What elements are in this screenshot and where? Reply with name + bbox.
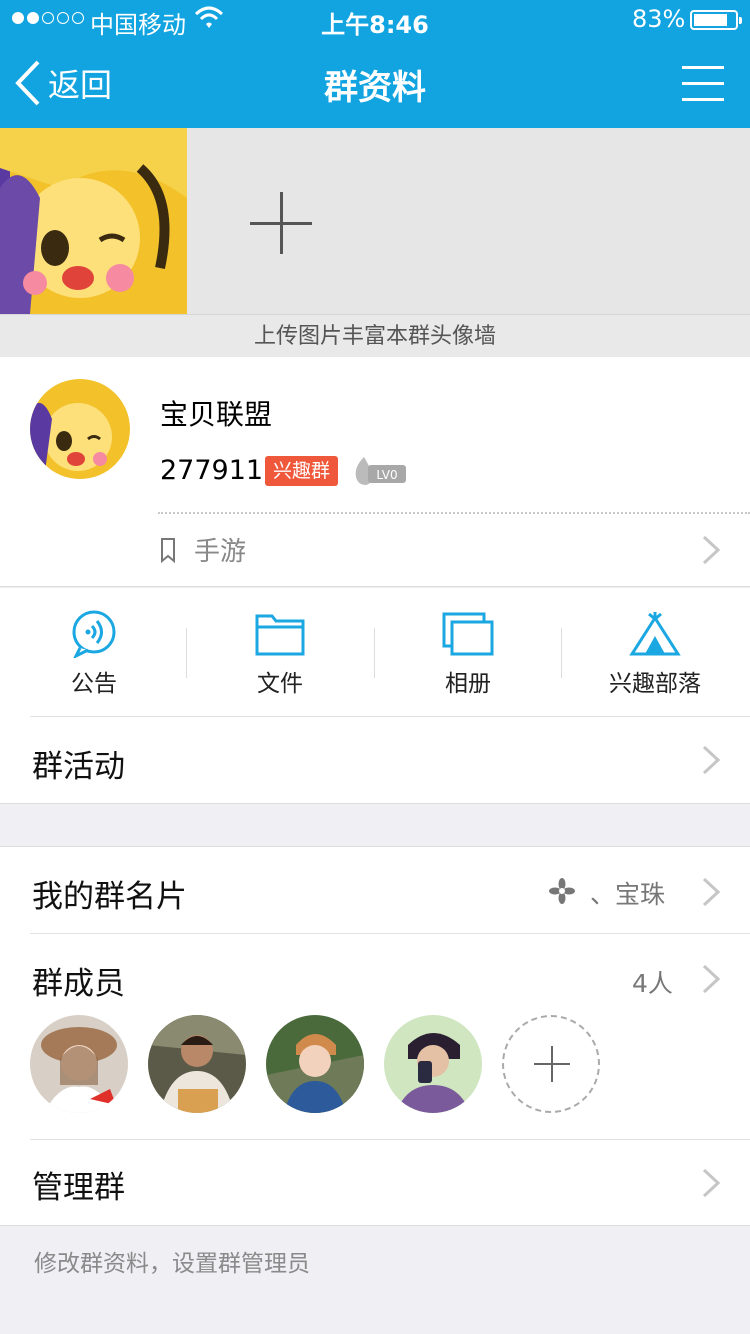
chevron-right-icon [702, 745, 720, 775]
flower-icon [549, 878, 575, 904]
menu-icon [682, 66, 724, 69]
feature-grid: 公告 文件 相册 兴趣部落 [0, 588, 750, 716]
chevron-right-icon [702, 1168, 720, 1198]
tribe-label: 兴趣部落 [609, 671, 701, 697]
manage-group-label: 管理群 [32, 1170, 125, 1206]
member-avatar[interactable] [148, 1015, 246, 1113]
chevron-right-icon [702, 877, 720, 907]
add-photo-button[interactable] [250, 192, 312, 254]
member-avatar[interactable] [266, 1015, 364, 1113]
member-avatar[interactable] [384, 1015, 482, 1113]
battery-icon [690, 10, 742, 30]
announcement-button[interactable]: 公告 [0, 610, 188, 698]
category-label: 手游 [194, 537, 247, 567]
status-bar: 中国移动 上午8:46 83% [0, 0, 750, 40]
battery-percent: 83% [632, 5, 686, 33]
bookmark-icon [161, 537, 175, 563]
category-row[interactable]: 手游 [160, 531, 246, 568]
menu-button[interactable] [682, 66, 724, 102]
members-row[interactable]: 群成员 4人 [0, 934, 750, 1020]
feature-section: 公告 文件 相册 兴趣部落 群活动 [0, 588, 750, 804]
manage-group-hint: 修改群资料，设置群管理员 [34, 1251, 310, 1277]
group-activity-row[interactable]: 群活动 [0, 717, 750, 803]
group-wall-photo[interactable] [0, 128, 187, 314]
members-label: 群成员 [32, 966, 125, 1002]
album-button[interactable]: 相册 [374, 610, 562, 698]
my-group-card-value: 、宝珠 [590, 880, 666, 909]
my-group-card-row[interactable]: 我的群名片 、宝珠 [0, 847, 750, 933]
folder-icon [255, 614, 305, 656]
manage-group-row[interactable]: 管理群 [0, 1140, 750, 1226]
page-title: 群资料 [324, 68, 426, 108]
announcement-label: 公告 [71, 671, 117, 697]
group-info-card: 宝贝联盟 277911 兴趣群 LV0 手游 [0, 357, 750, 587]
member-avatar[interactable] [30, 1015, 128, 1113]
group-activity-label: 群活动 [32, 749, 125, 785]
album-label: 相册 [445, 671, 491, 697]
photo-wall-caption: 上传图片丰富本群头像墙 [0, 314, 750, 357]
announcement-icon [72, 610, 116, 658]
photo-wall: 上传图片丰富本群头像墙 [0, 128, 750, 357]
album-icon [442, 612, 494, 656]
divider [158, 512, 750, 514]
group-avatar[interactable] [30, 379, 130, 479]
group-id: 277911 [160, 455, 264, 486]
group-type-badge: 兴趣群 [265, 456, 339, 486]
chevron-right-icon [702, 964, 720, 994]
members-count: 4人 [632, 969, 673, 998]
group-name: 宝贝联盟 [160, 398, 273, 431]
top-bar: 中国移动 上午8:46 83% 返回 群资料 [0, 0, 750, 128]
files-button[interactable]: 文件 [186, 610, 374, 698]
my-group-card-label: 我的群名片 [32, 879, 187, 915]
tribe-button[interactable]: 兴趣部落 [561, 610, 749, 698]
add-member-button[interactable] [502, 1015, 600, 1113]
group-settings-card: 我的群名片 、宝珠 群成员 4人 管理群 [0, 846, 750, 1226]
files-label: 文件 [257, 671, 303, 697]
chevron-right-icon [702, 535, 720, 565]
level-label: LV0 [376, 468, 397, 482]
level-badge-icon: LV0 [355, 457, 406, 485]
tribe-icon [629, 612, 681, 656]
